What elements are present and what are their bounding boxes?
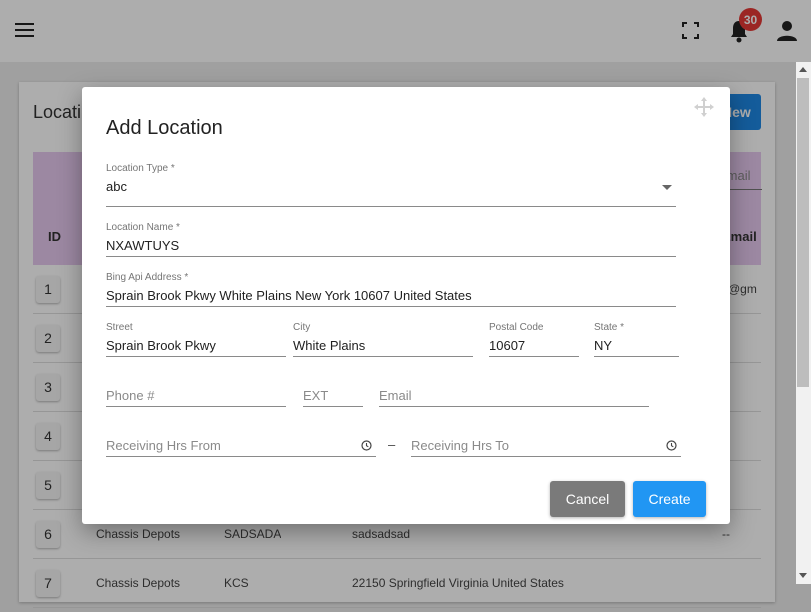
location-type-label: Location Type * bbox=[106, 163, 175, 174]
receiving-from-field[interactable]: Receiving Hrs From bbox=[106, 437, 376, 457]
clock-icon[interactable] bbox=[666, 440, 677, 451]
receiving-to-field[interactable]: Receiving Hrs To bbox=[411, 437, 681, 457]
dropdown-arrow-icon[interactable] bbox=[662, 185, 672, 190]
ext-placeholder: EXT bbox=[303, 388, 329, 403]
city-field[interactable]: City White Plains bbox=[293, 322, 473, 357]
underline bbox=[303, 406, 363, 407]
underline bbox=[379, 406, 649, 407]
dialog-title: Add Location bbox=[106, 117, 223, 139]
state-label: State * bbox=[594, 322, 625, 333]
underline bbox=[106, 356, 286, 357]
bing-address-value: Sprain Brook Pkwy White Plains New York … bbox=[106, 288, 472, 303]
location-name-label: Location Name * bbox=[106, 222, 180, 233]
location-name-field[interactable]: Location Name * NXAWTUYS bbox=[106, 222, 676, 257]
bing-address-field[interactable]: Bing Api Address * Sprain Brook Pkwy Whi… bbox=[106, 272, 676, 307]
email-placeholder: Email bbox=[379, 388, 412, 403]
underline bbox=[594, 356, 679, 357]
state-value: NY bbox=[594, 338, 613, 353]
receiving-to-placeholder: Receiving Hrs To bbox=[411, 438, 510, 453]
city-label: City bbox=[293, 322, 311, 333]
state-field[interactable]: State * NY bbox=[594, 322, 679, 357]
ext-field[interactable]: EXT bbox=[303, 387, 363, 407]
bing-address-label: Bing Api Address * bbox=[106, 272, 189, 283]
scrollbar-thumb[interactable] bbox=[797, 78, 809, 387]
underline bbox=[106, 206, 676, 207]
location-type-select[interactable]: Location Type * abc bbox=[106, 163, 676, 207]
email-field[interactable]: Email bbox=[379, 387, 649, 407]
underline bbox=[106, 306, 676, 307]
underline bbox=[489, 356, 579, 357]
underline bbox=[411, 456, 681, 457]
cancel-button[interactable]: Cancel bbox=[550, 481, 625, 517]
postal-code-label: Postal Code bbox=[489, 322, 544, 333]
scroll-up-arrow-icon[interactable] bbox=[799, 67, 807, 72]
underline bbox=[106, 256, 676, 257]
receiving-from-placeholder: Receiving Hrs From bbox=[106, 438, 221, 453]
city-value: White Plains bbox=[293, 338, 366, 353]
create-button[interactable]: Create bbox=[633, 481, 706, 517]
underline bbox=[293, 356, 473, 357]
street-field[interactable]: Street Sprain Brook Pkwy bbox=[106, 322, 286, 357]
underline bbox=[106, 406, 286, 407]
phone-field[interactable]: Phone # bbox=[106, 387, 286, 407]
range-separator: – bbox=[388, 437, 396, 452]
scroll-down-arrow-icon[interactable] bbox=[799, 573, 807, 578]
location-type-value: abc bbox=[106, 179, 127, 194]
drag-move-icon[interactable] bbox=[693, 96, 715, 118]
phone-placeholder: Phone # bbox=[106, 388, 155, 403]
street-value: Sprain Brook Pkwy bbox=[106, 338, 216, 353]
add-location-dialog: Add Location Location Type * abc Locatio… bbox=[82, 87, 730, 524]
postal-code-value: 10607 bbox=[489, 338, 526, 353]
location-name-value: NXAWTUYS bbox=[106, 238, 180, 253]
postal-code-field[interactable]: Postal Code 10607 bbox=[489, 322, 579, 357]
underline bbox=[106, 456, 376, 457]
street-label: Street bbox=[106, 322, 133, 333]
clock-icon[interactable] bbox=[361, 440, 372, 451]
